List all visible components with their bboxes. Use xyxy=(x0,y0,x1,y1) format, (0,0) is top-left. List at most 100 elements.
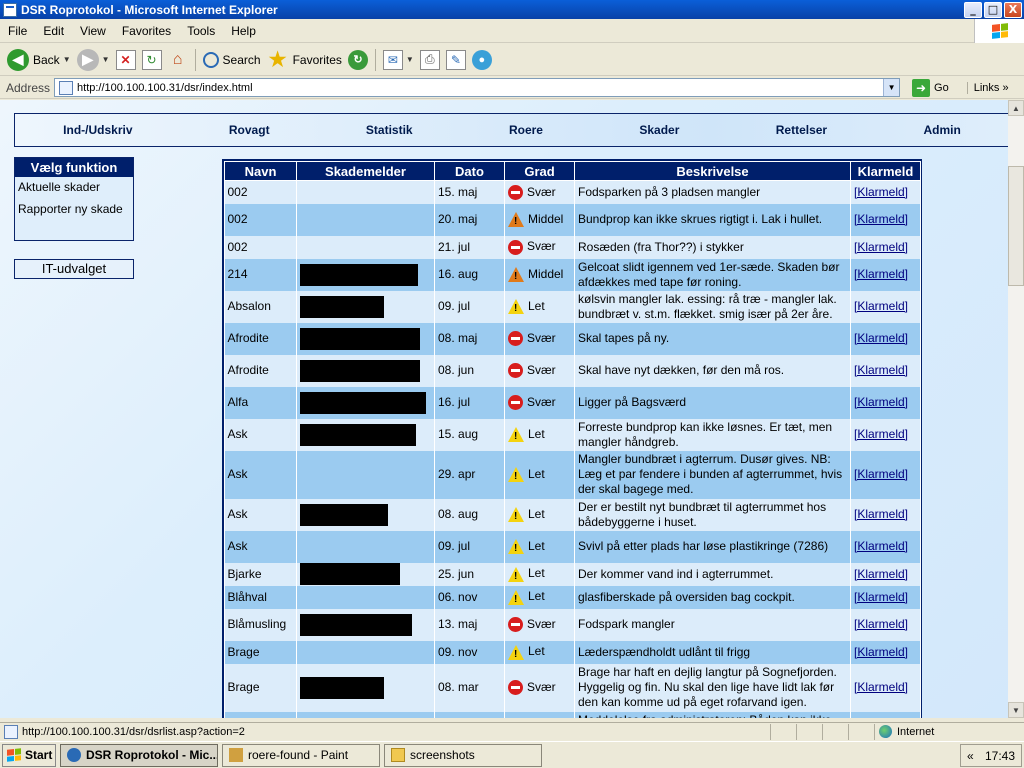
printer-icon: ⎙ xyxy=(419,49,440,70)
klarmeld-link[interactable]: [Klarmeld] xyxy=(854,680,908,694)
history-button[interactable]: ↻ xyxy=(345,46,371,74)
cell-beskrivelse: Fodsparken på 3 pladsen mangler xyxy=(574,180,851,204)
refresh-button[interactable]: ↻ xyxy=(139,46,165,74)
damage-rows: 002 15. maj Svær Fodsparken på 3 pladsen ma… xyxy=(224,180,921,718)
nav-skader[interactable]: Skader xyxy=(639,123,679,137)
chevron-down-icon[interactable]: ▼ xyxy=(883,79,900,96)
cell-klarmeld: [Klarmeld] xyxy=(850,608,921,641)
klarmeld-link[interactable]: [Klarmeld] xyxy=(854,539,908,553)
klarmeld-link[interactable]: [Klarmeld] xyxy=(854,617,908,631)
history-icon: ↻ xyxy=(347,49,368,70)
nav-roere[interactable]: Roere xyxy=(509,123,543,137)
scroll-up-icon[interactable]: ▲ xyxy=(1008,100,1024,116)
column-header: Grad xyxy=(504,161,575,181)
cell-navn: Afrodite xyxy=(224,322,297,355)
task-paint[interactable]: roere-found - Paint xyxy=(222,743,380,767)
cell-grad: Svær xyxy=(504,354,575,387)
klarmeld-link[interactable]: [Klarmeld] xyxy=(854,645,908,659)
cell-skademelder xyxy=(296,203,435,236)
cell-klarmeld: [Klarmeld] xyxy=(850,235,921,259)
cell-beskrivelse: Der er bestilt nyt bundbræt til agterrum… xyxy=(574,498,851,531)
maximize-button[interactable]: □ xyxy=(984,1,1002,18)
home-icon: ⌂ xyxy=(172,50,183,68)
nav-rovagt[interactable]: Rovagt xyxy=(229,123,270,137)
severity-let-icon xyxy=(508,427,524,444)
cell-grad: Let xyxy=(504,530,575,563)
klarmeld-link[interactable]: [Klarmeld] xyxy=(854,395,908,409)
task-ie[interactable]: DSR Roprotokol - Mic... xyxy=(60,743,218,767)
address-input[interactable]: http://100.100.100.31/dsr/index.html ▼ xyxy=(54,78,901,97)
minimize-button[interactable]: _ xyxy=(964,1,982,18)
search-button[interactable]: Search xyxy=(200,46,264,74)
mail-button[interactable]: ✉ ▼ xyxy=(380,46,417,74)
zone-label: Internet xyxy=(897,725,935,738)
table-row: Afrodite 08. maj Svær Skal tapes på ny. [Kla… xyxy=(224,322,921,355)
stop-button[interactable]: ✕ xyxy=(113,46,139,74)
scroll-down-icon[interactable]: ▼ xyxy=(1008,702,1024,718)
klarmeld-link[interactable]: [Klarmeld] xyxy=(854,567,908,581)
vertical-scrollbar[interactable]: ▲ ▼ xyxy=(1008,100,1024,718)
klarmeld-link[interactable]: [Klarmeld] xyxy=(854,363,908,377)
klarmeld-link[interactable]: [Klarmeld] xyxy=(854,240,908,254)
chevron-down-icon[interactable]: ▼ xyxy=(63,55,71,64)
links-button[interactable]: Links » xyxy=(966,81,1009,94)
klarmeld-link[interactable]: [Klarmeld] xyxy=(854,331,908,345)
home-button[interactable]: ⌂ xyxy=(165,46,191,74)
redacted-reporter xyxy=(300,359,420,382)
severity-svaer-icon xyxy=(508,184,523,200)
nav-admin[interactable]: Admin xyxy=(923,123,960,137)
menu-view[interactable]: View xyxy=(72,24,114,38)
table-row: 002 21. jul Svær Rosæden (fra Thor??) i sty… xyxy=(224,235,921,259)
menu-help[interactable]: Help xyxy=(223,24,264,38)
task-label: roere-found - Paint xyxy=(248,748,349,762)
cell-navn: Bjarke xyxy=(224,562,297,586)
back-arrow-icon: ◀ xyxy=(7,48,29,71)
status-cell xyxy=(796,723,822,740)
damage-table: Navn Skademelder Dato Grad Beskrivelse K… xyxy=(224,161,921,718)
menu-tools[interactable]: Tools xyxy=(179,24,223,38)
nav-rettelser[interactable]: Rettelser xyxy=(776,123,827,137)
favorites-button[interactable]: ★ Favorites xyxy=(264,46,345,74)
menu-file[interactable]: File xyxy=(0,24,35,38)
go-button[interactable]: ➜ Go xyxy=(908,78,949,97)
klarmeld-link[interactable]: [Klarmeld] xyxy=(854,590,908,604)
grad-label: Svær xyxy=(527,394,556,409)
link-rapporter-ny-skade[interactable]: Rapporter ny skade xyxy=(15,199,133,221)
klarmeld-link[interactable]: [Klarmeld] xyxy=(854,427,908,441)
klarmeld-link[interactable]: [Klarmeld] xyxy=(854,185,908,199)
klarmeld-link[interactable]: [Klarmeld] xyxy=(854,267,908,281)
task-screenshots[interactable]: screenshots xyxy=(384,743,542,767)
klarmeld-link[interactable]: [Klarmeld] xyxy=(854,507,908,521)
globe-icon xyxy=(879,725,892,738)
back-button[interactable]: ◀ Back ▼ xyxy=(4,46,74,74)
table-row: Blåhval 06. nov Let glasfiberskade på overs… xyxy=(224,585,921,609)
messenger-button[interactable]: ● xyxy=(469,46,495,74)
cell-dato: 06. nov xyxy=(434,585,505,609)
cell-skademelder xyxy=(296,235,435,259)
tray-expand-icon[interactable]: « xyxy=(967,749,974,763)
cell-dato: 09. jul xyxy=(434,290,505,323)
cell-skademelder xyxy=(296,386,435,419)
klarmeld-link[interactable]: [Klarmeld] xyxy=(854,467,908,481)
close-button[interactable]: X xyxy=(1004,1,1022,18)
klarmeld-link[interactable]: [Klarmeld] xyxy=(854,212,908,226)
start-button[interactable]: Start xyxy=(2,743,56,767)
print-button[interactable]: ⎙ xyxy=(417,46,443,74)
nav-ind-udskriv[interactable]: Ind-/Udskriv xyxy=(63,123,132,137)
edit-button[interactable]: ✎ xyxy=(443,46,469,74)
chevron-down-icon[interactable]: ▼ xyxy=(406,55,414,64)
nav-statistik[interactable]: Statistik xyxy=(366,123,413,137)
scroll-thumb[interactable] xyxy=(1008,166,1024,286)
redacted-reporter xyxy=(300,327,420,350)
forward-button[interactable]: ▶ ▼ xyxy=(74,46,113,74)
address-url[interactable]: http://100.100.100.31/dsr/index.html xyxy=(77,82,253,94)
chevron-down-icon[interactable]: ▼ xyxy=(102,55,110,64)
menu-favorites[interactable]: Favorites xyxy=(114,24,179,38)
go-arrow-icon: ➜ xyxy=(912,78,931,97)
it-udvalget-button[interactable]: IT-udvalget xyxy=(14,259,134,279)
klarmeld-link[interactable]: [Klarmeld] xyxy=(854,299,908,313)
severity-svaer-icon xyxy=(508,239,523,255)
cell-navn: 002 xyxy=(224,180,297,204)
link-aktuelle-skader[interactable]: Aktuelle skader xyxy=(15,177,133,199)
menu-edit[interactable]: Edit xyxy=(35,24,72,38)
